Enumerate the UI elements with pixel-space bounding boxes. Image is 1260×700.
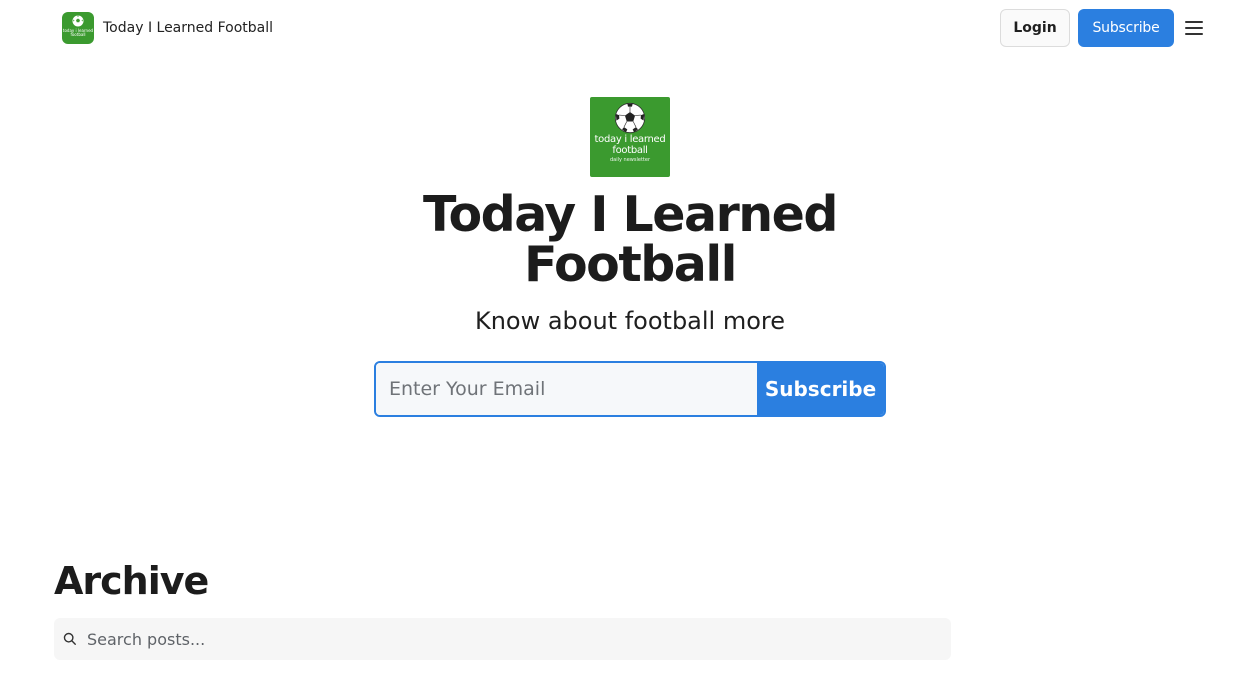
hamburger-menu-icon[interactable]	[1183, 18, 1205, 38]
brand-name: Today I Learned Football	[103, 20, 274, 36]
header-subscribe-button[interactable]: Subscribe	[1078, 9, 1174, 47]
search-input[interactable]	[87, 629, 937, 649]
brand-logo: today i learned football	[62, 12, 94, 44]
soccer-ball-icon	[614, 102, 646, 134]
archive-heading: Archive	[54, 559, 209, 603]
search-icon	[63, 632, 76, 645]
page-title: Today I Learned Football	[423, 186, 838, 293]
email-input[interactable]	[376, 363, 758, 415]
top-nav: today i learned football Today I Learned…	[0, 0, 1260, 56]
subscribe-button[interactable]: Subscribe	[757, 363, 884, 415]
soccer-ball-icon	[72, 15, 84, 27]
search-bar[interactable]	[54, 618, 951, 660]
subscribe-form: Subscribe	[374, 361, 886, 417]
page-subtitle: Know about football more	[474, 307, 786, 335]
publication-logo: today i learned football daily newslette…	[590, 97, 670, 177]
login-button[interactable]: Login	[1000, 9, 1070, 47]
logo-text: today i learned football	[594, 134, 666, 156]
brand-link[interactable]: today i learned football Today I Learned…	[62, 12, 273, 44]
logo-tagline: daily newsletter	[609, 157, 651, 163]
brand-logo-text: today i learned football	[62, 28, 94, 37]
